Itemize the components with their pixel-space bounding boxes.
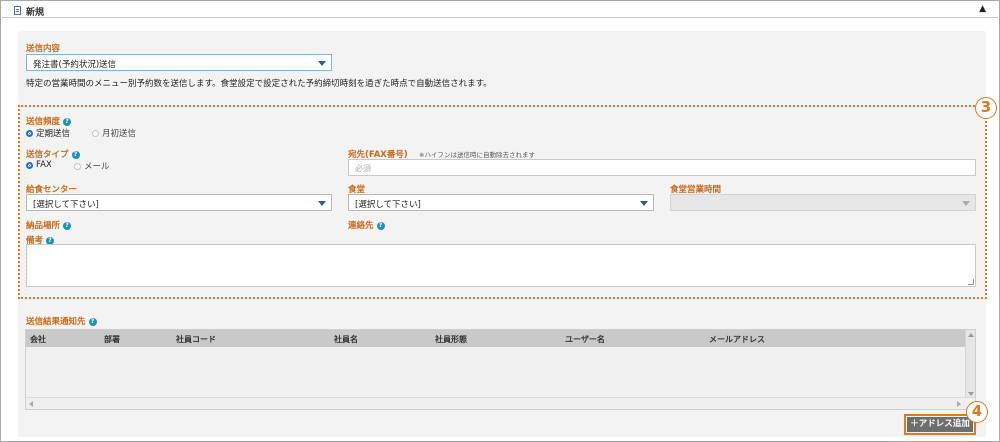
scroll-left-icon[interactable] bbox=[29, 401, 33, 407]
destination-placeholder: 必須 bbox=[355, 164, 371, 173]
column-header-employee-code[interactable]: 社員コード bbox=[176, 334, 216, 345]
send-content-select[interactable]: 発注書(予約状況)送信 bbox=[26, 54, 332, 71]
radio-label: 定期送信 bbox=[36, 129, 71, 139]
radio-selected-icon bbox=[26, 129, 33, 137]
contact-label: 連絡先? bbox=[348, 219, 385, 231]
radio-selected-icon bbox=[26, 161, 33, 169]
column-header-username[interactable]: ユーザー名 bbox=[565, 334, 605, 345]
chevron-down-icon bbox=[318, 201, 326, 206]
remarks-textarea[interactable] bbox=[26, 244, 976, 287]
radio-type-mail[interactable]: メール bbox=[74, 160, 110, 172]
help-icon[interactable]: ? bbox=[71, 151, 80, 159]
send-content-value: 発注書(予約状況)送信 bbox=[33, 60, 117, 70]
result-notify-table: 会社 部署 社員コード 社員名 社員形態 ユーザー名 メールアドレス bbox=[25, 329, 976, 410]
column-header-department[interactable]: 部署 bbox=[104, 334, 120, 345]
chevron-down-icon bbox=[318, 61, 326, 66]
send-type-label: 送信タイプ? bbox=[26, 148, 80, 160]
callout-badge-3: 3 bbox=[975, 97, 997, 119]
panel-header: 新規 ▲ bbox=[2, 2, 998, 18]
add-address-button[interactable]: ＋アドレス追加 bbox=[907, 417, 973, 432]
kitchen-center-select[interactable]: [選択して下さい] bbox=[26, 194, 332, 211]
radio-label: 月初送信 bbox=[102, 129, 137, 139]
help-icon[interactable]: ? bbox=[63, 222, 72, 230]
column-header-employment-type[interactable]: 社員形態 bbox=[435, 334, 467, 345]
window-frame: 新規 ▲ 送信内容 発注書(予約状況)送信 特定の営業時間のメニュー別予約数を送… bbox=[0, 0, 1000, 442]
chevron-down-icon bbox=[640, 201, 648, 206]
help-icon[interactable]: ? bbox=[63, 118, 72, 126]
cafeteria-select[interactable]: [選択して下さい] bbox=[348, 194, 654, 211]
destination-note: ※ハイフンは送信時に自動除去されます bbox=[419, 151, 535, 159]
panel-title: 新規 bbox=[26, 8, 45, 18]
scroll-down-icon[interactable] bbox=[968, 392, 974, 396]
vertical-scrollbar[interactable] bbox=[965, 330, 975, 399]
column-header-company[interactable]: 会社 bbox=[30, 334, 46, 345]
contact-label-text: 連絡先 bbox=[348, 221, 374, 231]
chevron-down-icon bbox=[962, 201, 970, 206]
scroll-right-icon[interactable] bbox=[957, 401, 961, 407]
column-header-email[interactable]: メールアドレス bbox=[709, 334, 765, 345]
radio-label: FAX bbox=[36, 160, 52, 170]
radio-frequency-monthly[interactable]: 月初送信 bbox=[92, 127, 136, 139]
help-icon[interactable]: ? bbox=[376, 222, 385, 230]
delivery-place-label-text: 納品場所 bbox=[26, 221, 61, 231]
radio-label: メール bbox=[84, 162, 110, 172]
radio-type-fax[interactable]: FAX bbox=[26, 160, 52, 170]
horizontal-scrollbar[interactable] bbox=[26, 397, 975, 409]
cafeteria-value: [選択して下さい] bbox=[355, 200, 421, 210]
scroll-up-icon[interactable] bbox=[968, 333, 974, 337]
column-header-employee-name[interactable]: 社員名 bbox=[334, 334, 358, 345]
table-header-row: 会社 部署 社員コード 社員名 社員形態 ユーザー名 メールアドレス bbox=[26, 330, 966, 347]
help-icon[interactable]: ? bbox=[88, 318, 97, 326]
send-content-description: 特定の営業時間のメニュー別予約数を送信します。食堂設定で設定された予約締切時刻を… bbox=[26, 79, 492, 89]
destination-fax-input[interactable]: 必須 bbox=[348, 159, 976, 176]
send-type-label-text: 送信タイプ bbox=[26, 150, 69, 160]
kitchen-center-value: [選択して下さい] bbox=[33, 200, 99, 210]
cafeteria-hours-select[interactable] bbox=[670, 194, 976, 211]
frequency-label-text: 送信頻度 bbox=[26, 117, 61, 127]
radio-unselected-icon bbox=[74, 162, 81, 170]
result-notify-label-text: 送信結果通知先 bbox=[26, 317, 86, 327]
frequency-label: 送信頻度? bbox=[26, 115, 72, 127]
send-content-label: 送信内容 bbox=[26, 44, 61, 54]
delivery-place-label: 納品場所? bbox=[26, 219, 72, 231]
result-notify-label: 送信結果通知先? bbox=[26, 315, 97, 327]
collapse-up-icon[interactable]: ▲ bbox=[979, 4, 986, 14]
resize-grip-icon[interactable] bbox=[968, 279, 974, 285]
callout-4-region: ＋アドレス追加 bbox=[904, 414, 976, 435]
document-icon bbox=[14, 6, 21, 15]
radio-unselected-icon bbox=[92, 129, 99, 137]
callout-badge-4: 4 bbox=[966, 401, 988, 423]
radio-frequency-regular[interactable]: 定期送信 bbox=[26, 127, 70, 139]
